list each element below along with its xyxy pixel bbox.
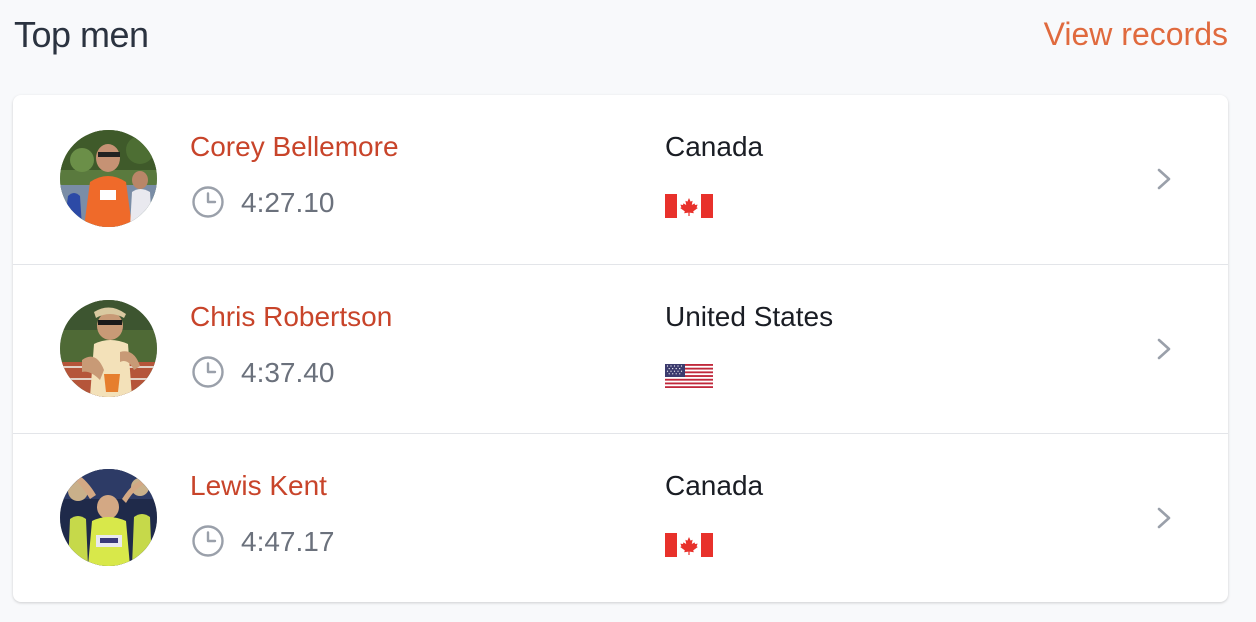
avatar	[60, 130, 157, 227]
clock-icon	[192, 186, 224, 218]
athlete-row[interactable]: Lewis Kent 4:47.17 Canada	[13, 433, 1228, 602]
athlete-time: 4:37.40	[241, 357, 335, 388]
usa-flag-icon	[665, 364, 713, 388]
page-title: Top men	[14, 14, 149, 55]
athlete-time: 4:27.10	[241, 187, 335, 218]
athlete-name: Chris Robertson	[190, 301, 393, 332]
canada-flag-icon	[665, 194, 713, 218]
chevron-right-icon	[1157, 507, 1171, 529]
chevron-right-icon	[1157, 338, 1171, 360]
canada-flag-icon	[665, 533, 713, 557]
avatar	[60, 469, 157, 566]
athlete-name: Corey Bellemore	[190, 131, 399, 162]
chevron-right-icon	[1157, 168, 1171, 190]
clock-icon	[192, 525, 224, 557]
athlete-list: Corey Bellemore 4:27.10 Canada Chris Rob…	[13, 95, 1228, 602]
athlete-row[interactable]: Corey Bellemore 4:27.10 Canada	[13, 95, 1228, 264]
page-header: Top men View records	[0, 0, 1256, 80]
athlete-time: 4:47.17	[241, 526, 335, 557]
athlete-country: United States	[665, 301, 834, 332]
clock-icon	[192, 356, 224, 388]
athlete-country: Canada	[665, 131, 764, 162]
athlete-country: Canada	[665, 470, 764, 501]
avatar	[60, 300, 157, 397]
athlete-name: Lewis Kent	[190, 470, 327, 501]
athlete-row[interactable]: Chris Robertson 4:37.40 United States	[13, 264, 1228, 433]
view-records-link[interactable]: View records	[1044, 16, 1228, 53]
